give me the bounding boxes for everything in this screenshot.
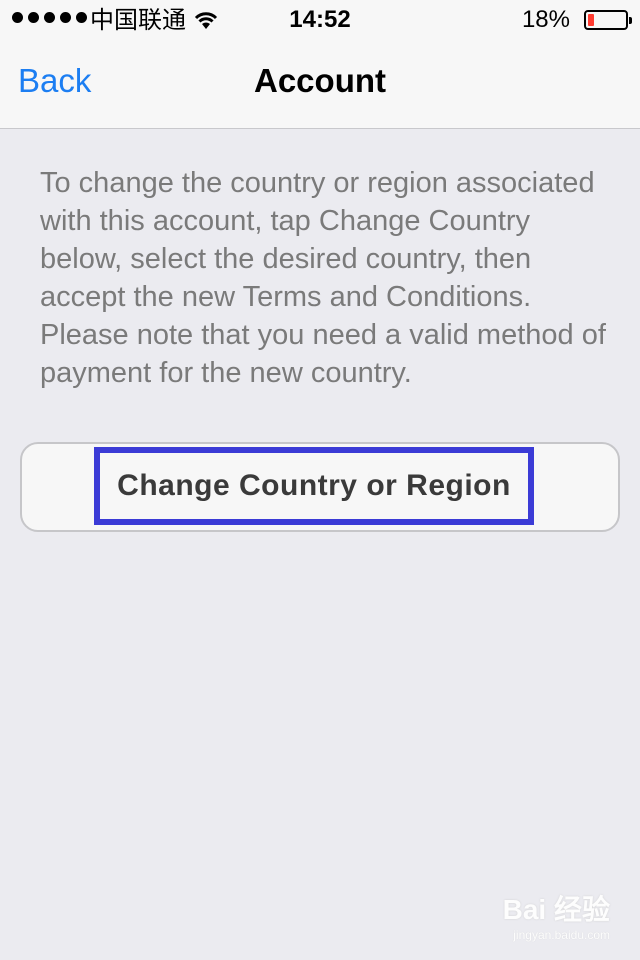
change-country-description: To change the country or region associat… [40, 167, 606, 389]
battery-level-fill [588, 14, 594, 26]
watermark-url: jingyan.baidu.com [513, 928, 610, 942]
watermark-text: Bai 经验 [502, 894, 610, 925]
top-bar: 中国联通 14:52 18% Back Account [0, 0, 640, 129]
change-country-button-label[interactable]: Change Country or Region [94, 447, 534, 525]
navigation-bar: Back Account [0, 40, 640, 128]
battery-percent: 18% [521, 6, 570, 33]
page-title: Account [254, 62, 386, 99]
watermark: Bai 经验 jingyan.baidu.com [503, 888, 610, 942]
status-bar: 中国联通 14:52 18% [0, 0, 640, 40]
battery-icon [584, 10, 632, 30]
